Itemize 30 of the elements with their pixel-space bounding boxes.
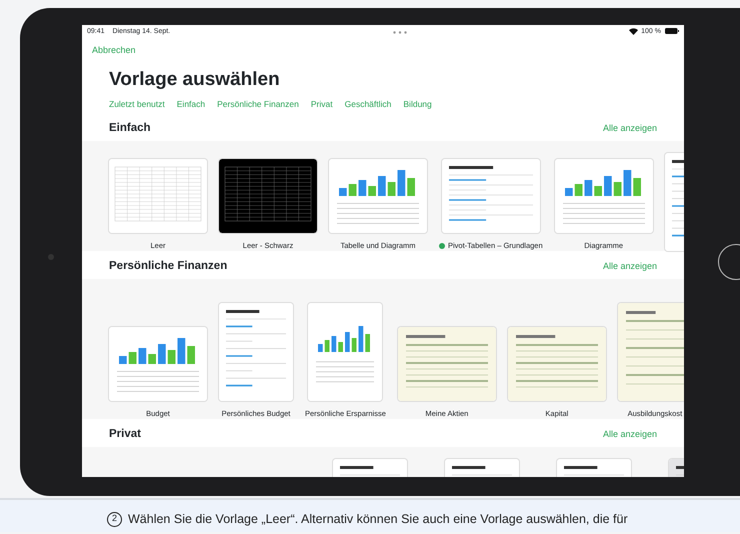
template-thumbnail[interactable] [554,158,653,233]
template-thumbnail[interactable] [109,158,207,233]
cancel-link[interactable]: Abbrechen [82,39,146,58]
battery-icon [665,28,679,34]
category-link[interactable]: Geschäftlich [344,98,392,111]
template-thumbnail[interactable] [508,326,606,401]
wifi-icon [629,28,638,35]
instruction-text: Wählen Sie die Vorlage „Leer“. Alternativ können Sie auch eine Vorlage auswählen, die für [128,510,628,528]
show-all-link[interactable]: Alle anzeigen [602,260,657,274]
template-thumbnail[interactable] [219,158,317,233]
template-thumbnail[interactable] [109,326,207,401]
category-link[interactable]: Privat [310,98,333,111]
section-title: Privat [109,426,141,442]
category-link[interactable]: Persönliche Finanzen [217,98,299,111]
show-all-link[interactable]: Alle anzeigen [602,122,657,136]
show-all-link[interactable]: Alle anzeigen [602,428,657,442]
page-title: Vorlage auswählen [109,69,281,92]
category-link[interactable]: Zuletzt benutzt [109,98,165,111]
more-icon[interactable] [392,31,407,34]
section-title: Einfach [109,120,151,136]
template-thumbnail[interactable] [618,302,684,401]
template-thumbnail[interactable] [329,158,427,233]
template-thumbnail[interactable] [442,158,540,233]
category-link[interactable]: Bildung [403,98,432,111]
category-link[interactable]: Einfach [176,98,206,111]
section-title: Persönliche Finanzen [109,258,228,274]
template-thumbnail[interactable] [219,302,293,401]
template-thumbnail[interactable] [398,326,496,401]
template-thumbnail[interactable] [308,302,382,401]
step-number: 2 [107,512,122,526]
